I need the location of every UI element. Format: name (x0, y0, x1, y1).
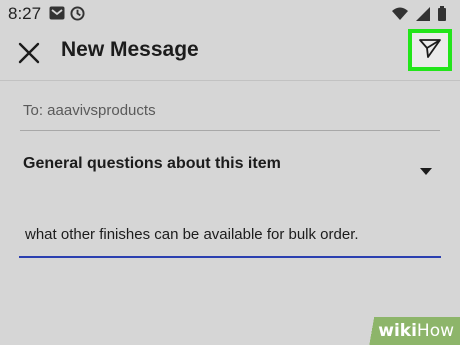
recipient-text: To: aaavivsproducts (23, 102, 156, 119)
status-bar: 8:27 (0, 0, 460, 28)
watermark-brand-bold: wiki (378, 321, 417, 341)
app-bar: New Message (0, 28, 460, 78)
watermark-brand-light: How (416, 321, 454, 341)
send-button[interactable] (408, 29, 452, 71)
message-text: what other finishes can be available for… (25, 226, 359, 243)
send-icon (418, 37, 442, 64)
notification-icons (49, 6, 85, 26)
sync-icon (70, 6, 85, 26)
app-bar-divider (0, 80, 460, 81)
wikihow-watermark: wikiHow (360, 317, 460, 345)
subject-text: General questions about this item (23, 155, 281, 172)
battery-icon (438, 6, 446, 26)
dropdown-arrow-icon (420, 162, 432, 180)
signal-icon (416, 6, 430, 26)
wifi-icon (392, 7, 408, 25)
page-title: New Message (61, 38, 199, 61)
status-time: 8:27 (8, 4, 42, 23)
message-input[interactable]: what other finishes can be available for… (19, 214, 441, 258)
recipient-field[interactable]: To: aaavivsproducts (20, 96, 440, 131)
gmail-icon (49, 6, 65, 26)
system-icons (392, 6, 446, 26)
subject-dropdown[interactable]: General questions about this item (20, 148, 440, 182)
watermark-logo: wikiHow (378, 321, 454, 341)
close-icon[interactable] (16, 40, 42, 66)
